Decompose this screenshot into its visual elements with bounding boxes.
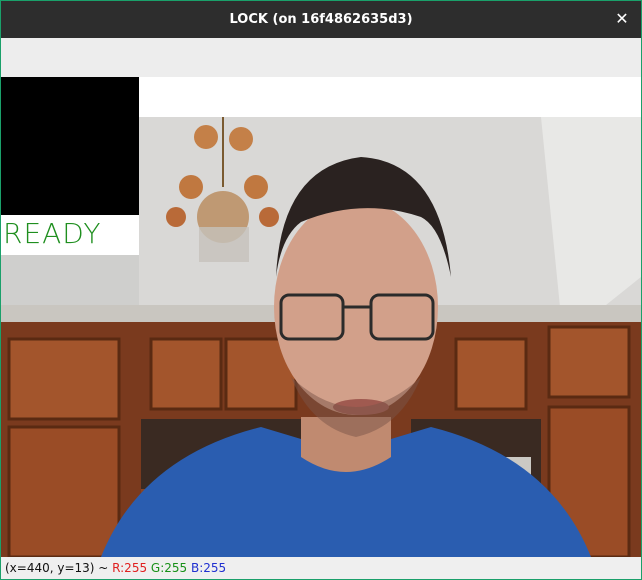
pixel-blue-value: B:255 [191,561,227,575]
toolbar [1,38,641,77]
close-icon[interactable]: ✕ [613,10,631,28]
pixel-green-value: G:255 [150,561,188,575]
camera-view[interactable]: READY [1,77,641,557]
status-bar: (x=440, y=13) ~ R:255 G:255 B:255 [1,557,641,579]
ready-status-text: READY [3,217,102,250]
pixel-red-value: R:255 [112,561,148,575]
title-bar[interactable]: LOCK (on 16f4862635d3) ✕ [1,1,641,38]
window-title: LOCK (on 16f4862635d3) [229,12,413,27]
app-window: LOCK (on 16f4862635d3) ✕ READY (x=440, y… [0,0,642,580]
cursor-coordinates: (x=440, y=13) ~ [5,561,113,575]
overlay-black-box [1,77,139,215]
